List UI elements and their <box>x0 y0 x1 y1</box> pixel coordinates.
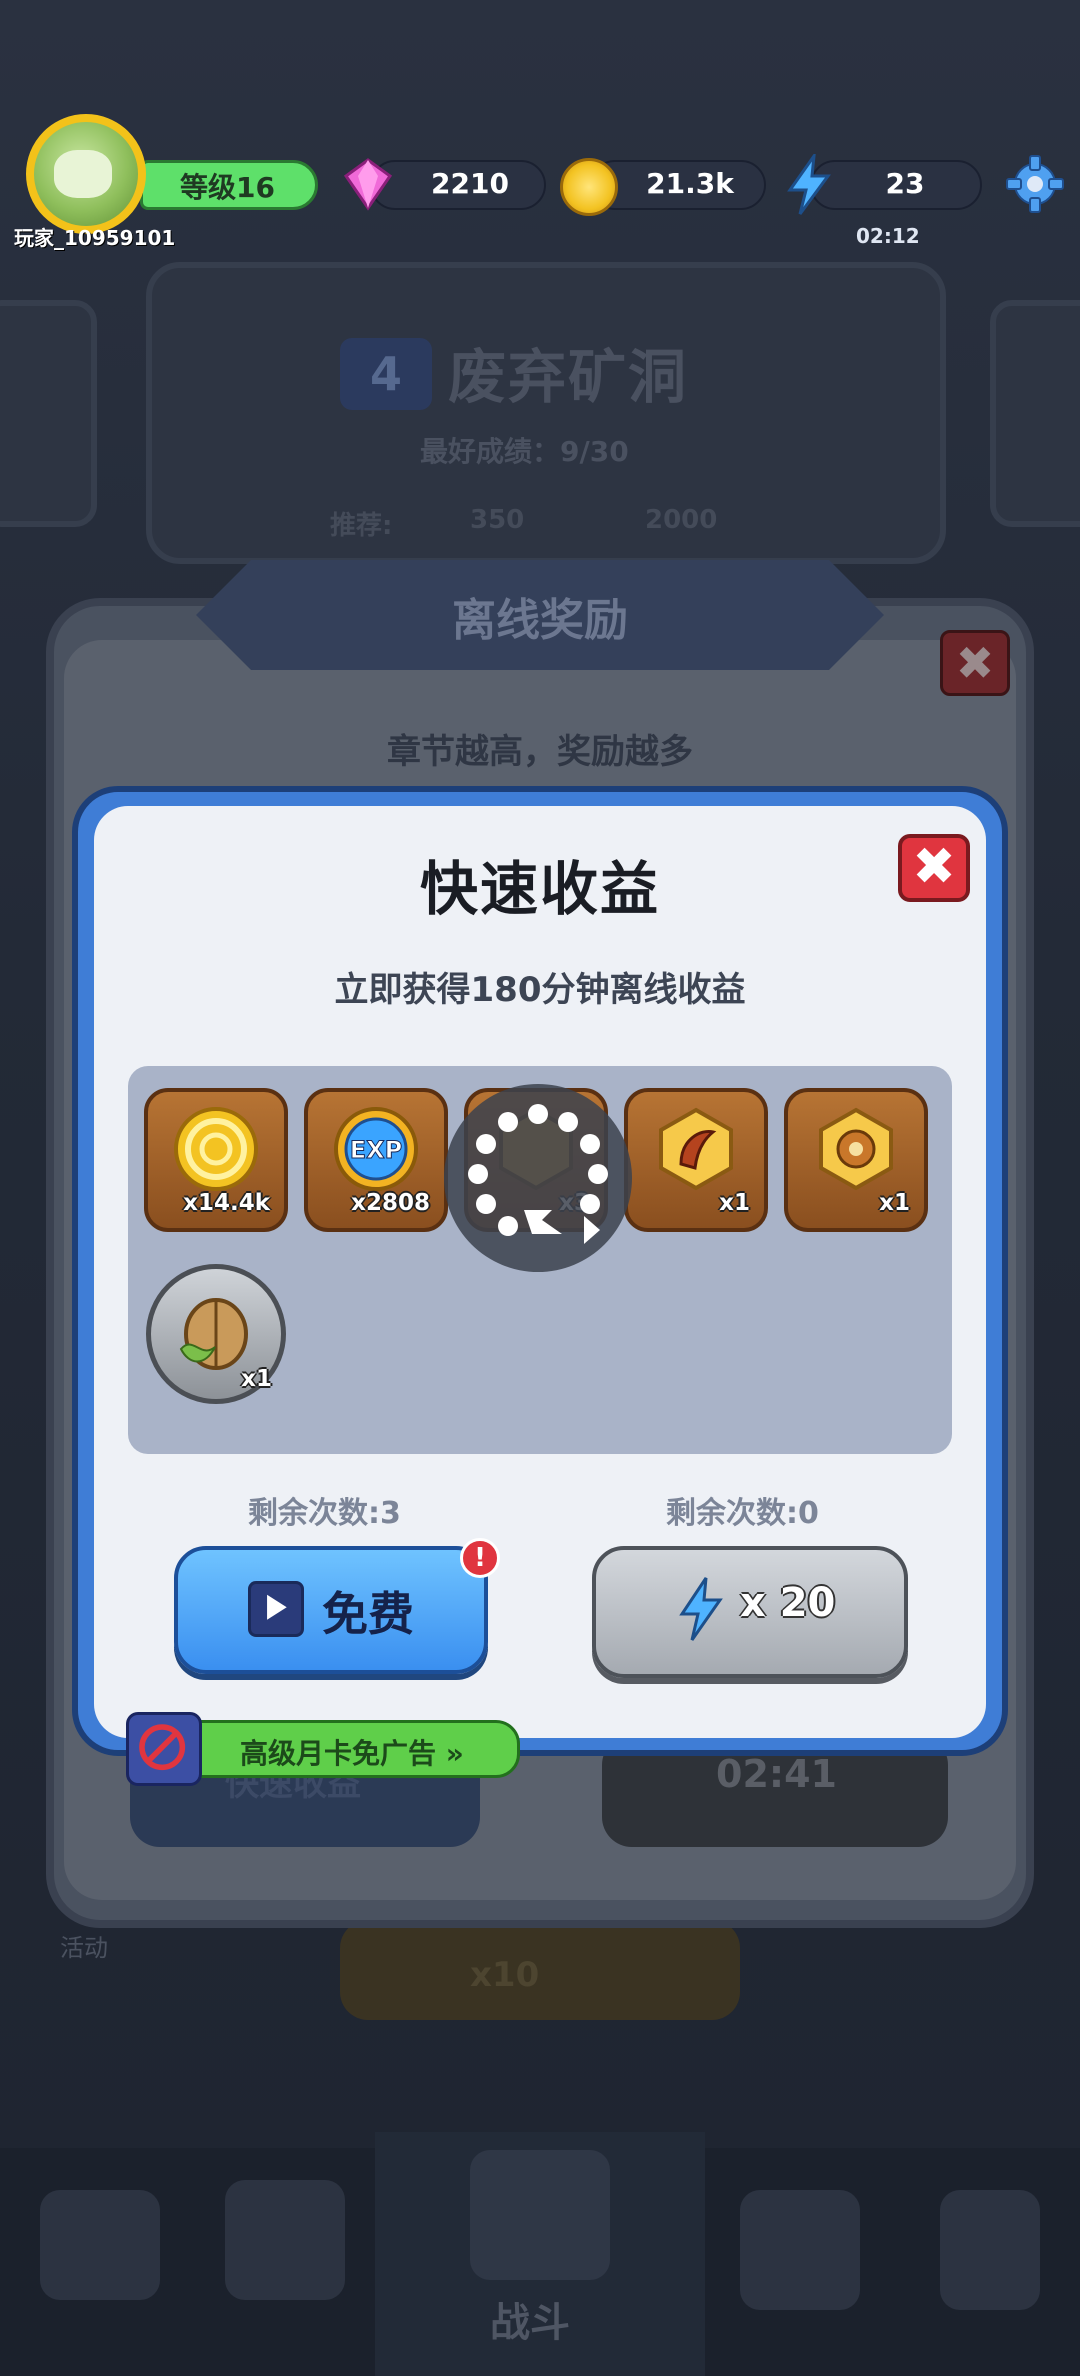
reward-qty-exp: x2808 <box>351 1190 430 1216</box>
energy-bolt-icon <box>787 154 831 215</box>
offline-title: 离线奖励 <box>452 595 628 646</box>
coin-icon <box>174 1107 258 1191</box>
coin-icon <box>560 158 618 216</box>
exp-icon: EXP <box>334 1107 418 1191</box>
badge-material-icon <box>819 1107 893 1191</box>
free-claim-label: 免费 <box>322 1587 414 1641</box>
play-video-icon <box>248 1581 304 1637</box>
energy-claim-cost: x 20 <box>740 1580 836 1626</box>
avatar-face <box>54 150 112 198</box>
stage-recommend-power: 350 <box>470 505 525 535</box>
gem-icon <box>343 158 393 211</box>
offline-subtitle: 章节越高，奖励越多 <box>387 732 693 772</box>
alert-badge: ! <box>460 1538 500 1578</box>
offline-timer: 02:41 <box>716 1752 837 1796</box>
svg-text:EXP: EXP <box>350 1136 403 1164</box>
loading-dots-icon <box>468 1104 608 1244</box>
gear-icon[interactable] <box>1005 154 1065 214</box>
energy-count: 23 <box>885 167 925 200</box>
start-battle-button <box>340 1920 740 2020</box>
stage-recommend-hp: 2000 <box>645 505 718 535</box>
stage-card-next <box>990 300 1080 527</box>
nav-cards-icon <box>740 2190 860 2310</box>
activity-label: 活动 <box>60 1934 108 1962</box>
monthly-card-no-ads-label: 高级月卡免广告 » <box>240 1737 464 1770</box>
player-name: 玩家_10959101 <box>14 226 176 250</box>
nav-gem-icon <box>940 2190 1040 2310</box>
no-ads-icon <box>126 1712 202 1786</box>
nav-equipment-icon <box>225 2180 345 2300</box>
stage-recommend-label: 推荐: <box>330 511 393 541</box>
offline-close-button[interactable]: ✖ <box>940 630 1010 696</box>
level-label: 等级16 <box>180 171 275 204</box>
reward-qty-badge: x1 <box>879 1190 910 1216</box>
quick-close-button[interactable]: ✖ <box>898 834 970 902</box>
paid-remaining-count: 剩余次数:0 <box>666 1496 819 1531</box>
free-remaining-count: 剩余次数:3 <box>248 1496 401 1531</box>
claw-material-icon <box>659 1107 733 1191</box>
stage-card-prev <box>0 300 97 527</box>
energy-bolt-icon <box>679 1577 723 1641</box>
nav-battle-icon <box>470 2150 610 2280</box>
stage-name: 废弃矿洞 <box>448 343 689 411</box>
stage-number: 4 <box>340 338 432 410</box>
nav-shop-icon <box>40 2190 160 2300</box>
quick-earn-subtitle: 立即获得180分钟离线收益 <box>334 970 746 1010</box>
stage-best-score: 最好成绩：9/30 <box>420 435 629 468</box>
reward-qty-barrel: x1 <box>241 1366 272 1392</box>
gem-count: 2210 <box>431 167 509 200</box>
nav-battle-label: 战斗 <box>490 2300 570 2346</box>
reward-qty-claw: x1 <box>719 1190 750 1216</box>
energy-timer: 02:12 <box>856 224 920 248</box>
reward-qty-coin: x14.4k <box>183 1190 270 1216</box>
start-battle-cost: x10 <box>470 1955 540 1995</box>
coin-count: 21.3k <box>646 167 734 200</box>
